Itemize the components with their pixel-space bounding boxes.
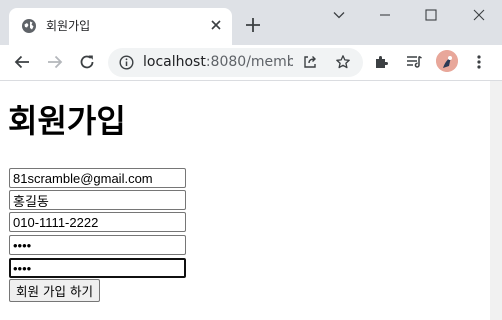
browser-toolbar: localhost:8080/memb... bbox=[0, 45, 502, 81]
close-icon bbox=[473, 9, 485, 21]
chevron-down-icon bbox=[333, 12, 345, 19]
url-text[interactable]: localhost:8080/memb... bbox=[143, 54, 293, 71]
star-icon[interactable] bbox=[335, 54, 351, 70]
more-menu-icon[interactable] bbox=[470, 53, 488, 71]
extensions-puzzle-icon[interactable] bbox=[373, 53, 391, 71]
tab-search-button[interactable] bbox=[316, 0, 362, 30]
page-title: 회원가입 bbox=[8, 102, 126, 140]
info-icon[interactable] bbox=[119, 55, 134, 70]
profile-avatar[interactable] bbox=[436, 50, 458, 72]
password-field[interactable] bbox=[9, 235, 186, 255]
password-confirm-field[interactable] bbox=[9, 258, 186, 278]
globe-icon bbox=[22, 19, 36, 33]
url-path: :8080/memb... bbox=[205, 54, 293, 70]
forward-arrow-icon[interactable] bbox=[46, 53, 64, 71]
url-host: localhost bbox=[143, 54, 206, 70]
close-tab-icon[interactable] bbox=[208, 17, 224, 33]
signup-button[interactable]: 회원 가입 하기 bbox=[9, 279, 100, 302]
name-field[interactable] bbox=[9, 190, 186, 210]
reading-list-icon[interactable] bbox=[405, 53, 423, 71]
close-window-button[interactable] bbox=[456, 0, 502, 30]
phone-field[interactable] bbox=[9, 212, 186, 232]
browser-tab[interactable]: 회원가입 bbox=[9, 8, 232, 45]
avatar-image bbox=[436, 50, 458, 72]
back-arrow-icon[interactable] bbox=[13, 53, 31, 71]
reload-icon[interactable] bbox=[78, 53, 96, 71]
address-bar[interactable]: localhost:8080/memb... bbox=[108, 48, 363, 77]
page-content: 회원가입 회원 가입 하기 bbox=[0, 81, 490, 320]
maximize-button[interactable] bbox=[408, 0, 454, 30]
share-icon[interactable] bbox=[302, 54, 318, 70]
browser-titlebar: 회원가입 bbox=[0, 0, 502, 45]
tab-title: 회원가입 bbox=[46, 19, 91, 33]
email-field[interactable] bbox=[9, 168, 186, 188]
maximize-icon bbox=[425, 9, 437, 21]
new-tab-icon[interactable] bbox=[244, 16, 262, 34]
scrollbar[interactable] bbox=[490, 81, 502, 320]
minimize-button[interactable] bbox=[362, 0, 408, 30]
minimize-icon bbox=[380, 14, 390, 16]
